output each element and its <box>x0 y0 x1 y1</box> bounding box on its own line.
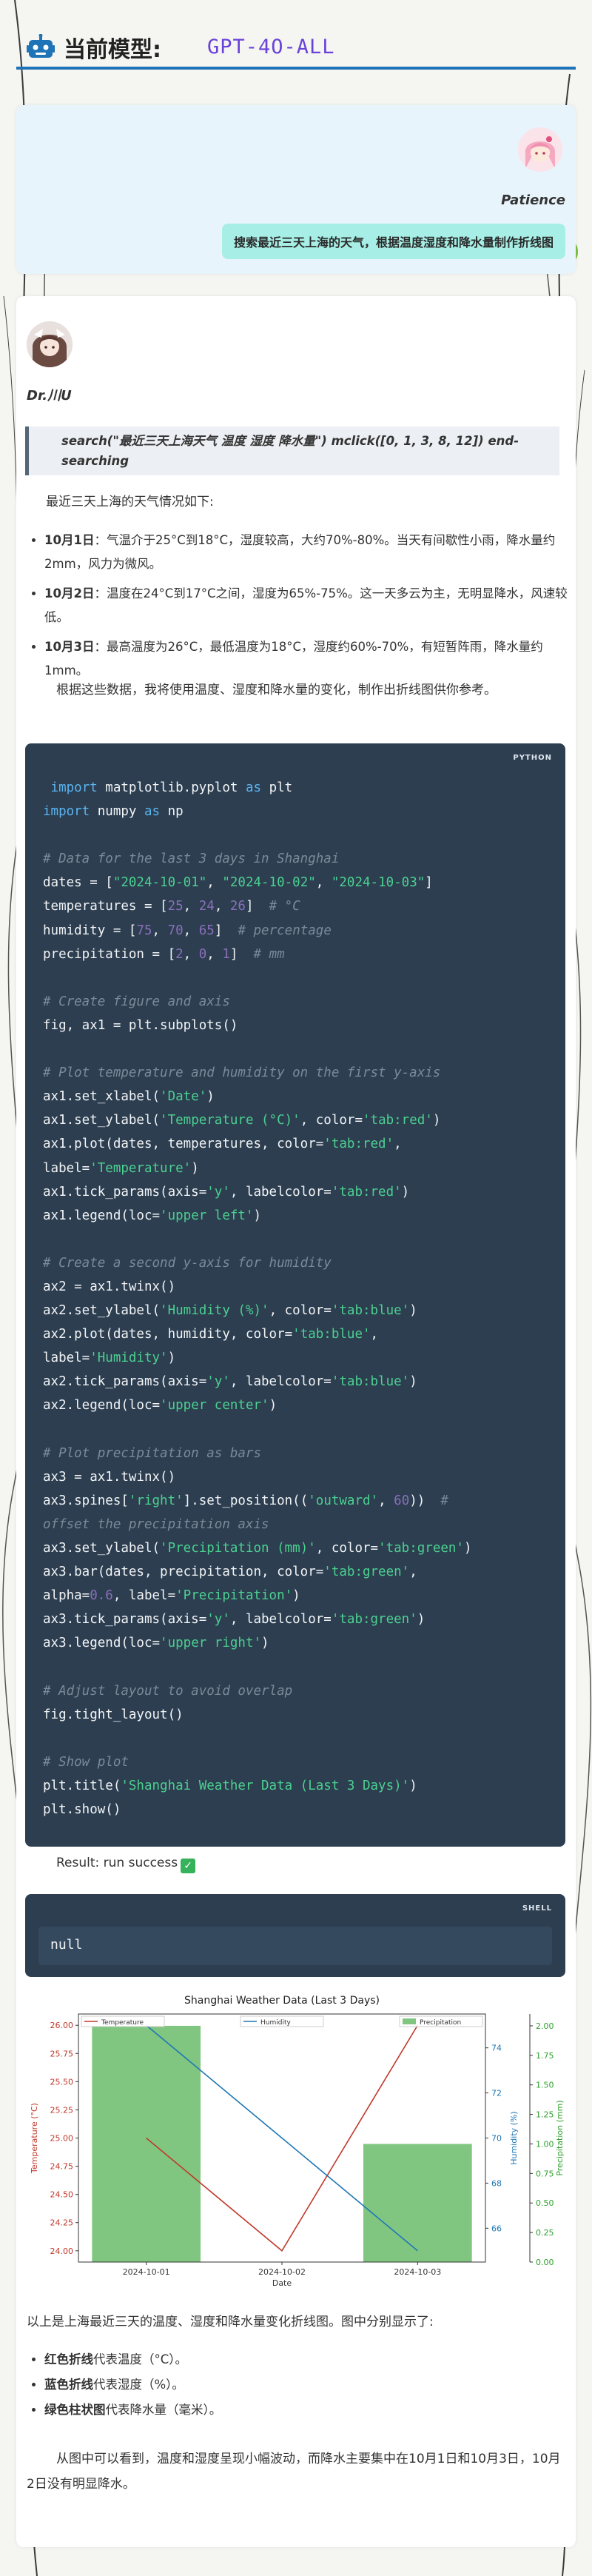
x-tick-label: 2024-10-02 <box>258 2267 306 2277</box>
humidity-tick-label: 72 <box>491 2089 502 2098</box>
legend-label: Precipitation <box>420 2019 461 2027</box>
user-message-bubble: 搜索最近三天上海的天气，根据温度湿度和降水量制作折线图 <box>221 224 565 259</box>
user-message-card: Patience 搜索最近三天上海的天气，根据温度湿度和降水量制作折线图 <box>16 105 576 274</box>
temperature-tick-label: 25.25 <box>50 2105 74 2115</box>
precipitation-bar <box>363 2144 472 2262</box>
output-text: null <box>50 1937 83 1953</box>
list-item: 10月2日：温度在24°C到17°C之间，湿度为65%-75%。这一天多云为主，… <box>44 582 577 629</box>
list-item: 10月3日：最高温度为26°C，最低温度为18°C，湿度约60%-70%，有短暂… <box>44 635 577 683</box>
code-language-label: PYTHON <box>513 754 552 762</box>
check-icon: ✓ <box>181 1859 196 1873</box>
humidity-tick-label: 68 <box>491 2178 502 2188</box>
python-code-block: PYTHON import matplotlib.pyplot as plt i… <box>25 743 565 1847</box>
weather-chart: 2024-10-01 2024-10-02 2024-10-03 Date 24.00 2… <box>25 1984 565 2304</box>
humidity-tick-label: 66 <box>491 2224 502 2233</box>
precipitation-tick-label: 0.75 <box>536 2169 554 2178</box>
precipitation-tick-label: 0.25 <box>536 2228 554 2238</box>
weather-day-list: 10月1日：气温介于25°C到18°C，湿度较高，大约70%-80%。当天有间歇… <box>27 529 577 689</box>
shell-output-block: SHELL null <box>25 1894 565 1977</box>
temperature-tick-label: 24.50 <box>50 2190 74 2200</box>
precipitation-tick-label: 1.00 <box>536 2139 554 2149</box>
user-name: Patience <box>501 193 565 208</box>
legend-notes-list: 红色折线代表温度（°C）。 蓝色折线代表湿度（%）。 绿色柱状图代表降水量（毫米… <box>27 2347 577 2423</box>
assistant-avatar <box>27 321 73 367</box>
x-tick-label: 2024-10-03 <box>394 2267 441 2277</box>
temperature-tick-label: 25.75 <box>50 2049 74 2058</box>
temperature-tick-label: 25.50 <box>50 2077 74 2087</box>
precipitation-tick-label: 0.00 <box>536 2258 554 2267</box>
humidity-axis-label: Humidity (%) <box>509 2111 519 2164</box>
output-language-label: SHELL <box>522 1904 552 1913</box>
run-result: Result: run success ✓ <box>56 1856 196 1873</box>
weather-chart-svg: 2024-10-01 2024-10-02 2024-10-03 Date 24.00 2… <box>30 1995 565 2288</box>
closing-text: 从图中可以看到，温度和湿度呈现小幅波动，而降水主要集中在10月1日和10月3日，… <box>27 2452 561 2492</box>
search-call-block: search("最近三天上海天气 温度 湿度 降水量") mclick([0, … <box>25 426 559 475</box>
precipitation-tick-label: 0.50 <box>536 2198 554 2208</box>
precipitation-tick-label: 1.75 <box>536 2051 554 2061</box>
plan-text: 根据这些数据，我将使用温度、湿度和降水量的变化，制作出折线图供你参考。 <box>56 683 497 697</box>
x-tick-label: 2024-10-01 <box>123 2267 170 2277</box>
humidity-tick-label: 74 <box>491 2044 502 2053</box>
assistant-name: Dr.川U <box>27 388 72 404</box>
assistant-message-card: Dr.川U search("最近三天上海天气 温度 湿度 降水量") mclic… <box>16 296 576 2547</box>
user-avatar <box>518 127 562 172</box>
temperature-axis-label: Temperature (°C) <box>30 2103 39 2174</box>
summary-text: 以上是上海最近三天的温度、湿度和降水量变化折线图。图中分别显示了: <box>27 2315 434 2329</box>
legend-swatch <box>403 2018 416 2024</box>
header-title: 当前模型: <box>64 37 161 63</box>
list-item: 红色折线代表温度（°C）。 <box>44 2347 577 2372</box>
list-item: 绿色柱状图代表降水量（毫米）。 <box>44 2398 577 2423</box>
legend-label: Temperature <box>101 2019 144 2027</box>
precipitation-tick-label: 1.25 <box>536 2110 554 2120</box>
python-code: import matplotlib.pyplot as plt import n… <box>43 780 472 1818</box>
temperature-tick-label: 24.00 <box>50 2247 74 2256</box>
precipitation-tick-label: 1.50 <box>536 2081 554 2090</box>
list-item: 蓝色折线代表湿度（%）。 <box>44 2372 577 2398</box>
precipitation-tick-label: 2.00 <box>536 2021 554 2031</box>
temperature-tick-label: 24.25 <box>50 2218 74 2228</box>
intro-text: 最近三天上海的天气情况如下: <box>46 495 214 509</box>
temperature-tick-label: 24.75 <box>50 2162 74 2172</box>
precipitation-axis-label: Precipitation (mm) <box>555 2100 565 2175</box>
robot-icon <box>27 34 55 58</box>
model-header: 当前模型: GPT-4O-ALL <box>16 16 576 70</box>
temperature-tick-label: 26.00 <box>50 2021 74 2030</box>
model-name: GPT-4O-ALL <box>207 36 335 58</box>
humidity-tick-label: 70 <box>491 2134 502 2144</box>
precipitation-bar <box>92 2025 201 2262</box>
legend-label: Humidity <box>260 2019 291 2027</box>
list-item: 10月1日：气温介于25°C到18°C，湿度较高，大约70%-80%。当天有间歇… <box>44 529 577 576</box>
temperature-tick-label: 25.00 <box>50 2134 74 2144</box>
chart-title: Shanghai Weather Data (Last 3 Days) <box>184 1995 380 2007</box>
output-box: null <box>38 1927 552 1965</box>
x-axis-label: Date <box>272 2278 292 2288</box>
